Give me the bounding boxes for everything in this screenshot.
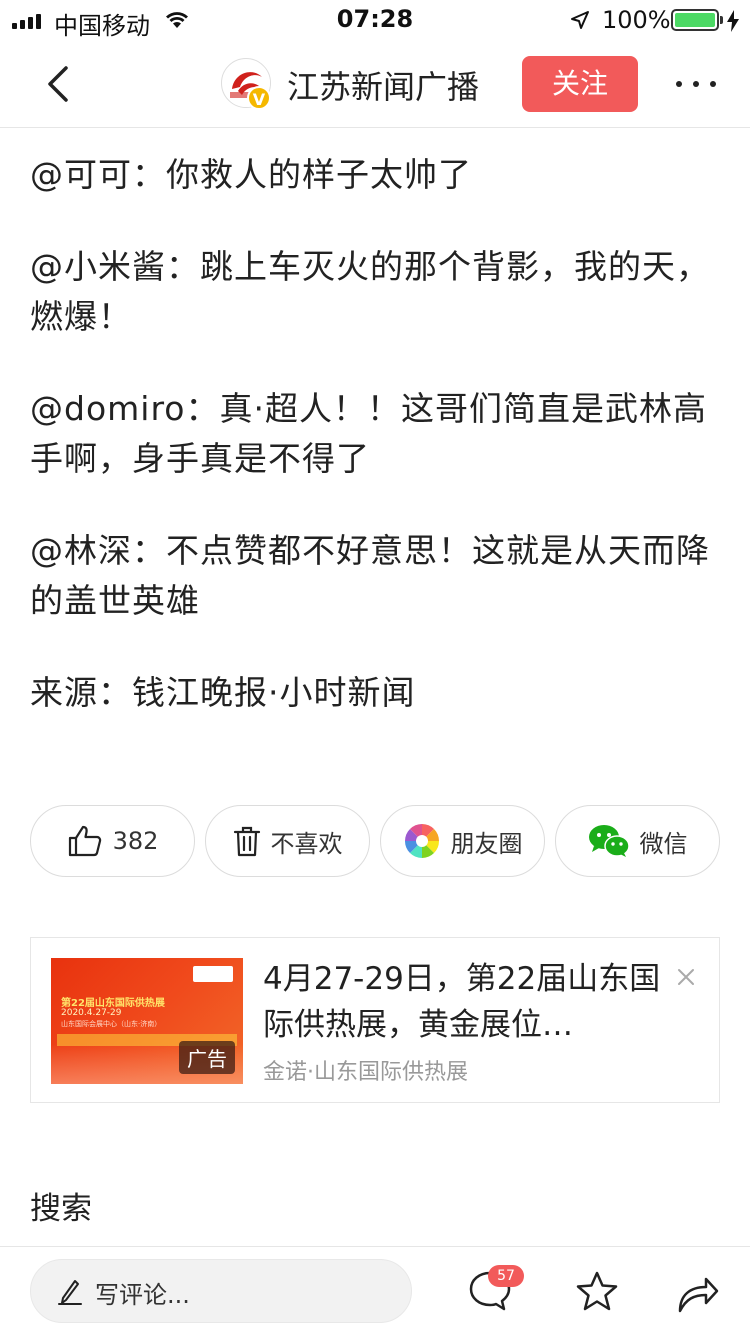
article-body: @可可：你救人的样子太帅了 @小米酱：跳上车灭火的那个背影，我的天，燃爆！ @d…	[30, 150, 722, 760]
pen-icon	[58, 1280, 82, 1305]
article-paragraph: @小米酱：跳上车灭火的那个背影，我的天，燃爆！	[30, 247, 710, 336]
charging-icon	[727, 10, 739, 32]
search-section-title: 搜索	[30, 1191, 92, 1227]
status-bar: 中国移动 07:28 100%	[0, 0, 750, 40]
verified-badge: V	[247, 86, 271, 110]
more-options-icon[interactable]	[672, 68, 720, 100]
battery-icon	[671, 9, 719, 31]
like-button[interactable]: 382	[30, 805, 195, 877]
dislike-label: 不喜欢	[270, 829, 343, 858]
thumbs-up-icon	[68, 825, 101, 857]
ad-image-venue: 山东国际会展中心（山东·济南）	[61, 1020, 162, 1028]
ad-image[interactable]: 第22届山东国际供热展 2020.4.27-29 山东国际会展中心（山东·济南）…	[51, 958, 243, 1084]
ad-title[interactable]: 4月27-29日，第22届山东国际供热展，黄金展位…	[263, 956, 663, 1048]
comment-count-badge: 57	[488, 1265, 524, 1287]
comment-placeholder: 写评论...	[95, 1281, 190, 1309]
dislike-button[interactable]: 不喜欢	[205, 805, 370, 877]
share-moments-button[interactable]: 朋友圈	[380, 805, 545, 877]
back-arrow-icon[interactable]	[36, 60, 84, 108]
moments-icon	[404, 824, 439, 858]
location-icon	[571, 11, 589, 29]
like-count: 382	[112, 827, 159, 855]
trash-icon	[233, 826, 260, 857]
moments-label: 朋友圈	[450, 829, 523, 858]
favorite-star-icon[interactable]	[574, 1269, 620, 1315]
nav-bar: V 江苏新闻广播 关注	[0, 40, 750, 128]
share-arrow-icon[interactable]	[676, 1271, 720, 1315]
article-source: 来源：钱江晚报·小时新闻	[30, 673, 416, 712]
comment-input[interactable]: 写评论...	[30, 1259, 412, 1323]
ad-logo	[193, 966, 233, 982]
ad-image-title: 第22届山东国际供热展	[61, 998, 165, 1009]
article-actions: 382 不喜欢 朋友圈 微信	[30, 805, 720, 877]
share-wechat-button[interactable]: 微信	[555, 805, 720, 877]
ad-card[interactable]: 第22届山东国际供热展 2020.4.27-29 山东国际会展中心（山东·济南）…	[30, 937, 720, 1103]
close-icon[interactable]	[671, 962, 701, 992]
bottom-toolbar: 写评论... 57	[0, 1246, 750, 1334]
follow-button[interactable]: 关注	[522, 56, 638, 112]
wechat-label: 微信	[639, 829, 688, 858]
article-paragraph: @domiro：真·超人！！这哥们简直是武林高手啊，身手真是不得了	[30, 389, 707, 478]
battery-tip	[720, 16, 723, 24]
ad-badge: 广告	[179, 1041, 235, 1074]
ad-image-date: 2020.4.27-29	[61, 1008, 122, 1018]
article-paragraph: @可可：你救人的样子太帅了	[30, 155, 472, 194]
wechat-icon	[588, 825, 630, 857]
channel-name[interactable]: 江苏新闻广播	[287, 62, 479, 108]
battery-percentage: 100%	[602, 6, 671, 34]
ad-source: 金诺·山东国际供热展	[263, 1060, 468, 1085]
article-paragraph: @林深：不点赞都不好意思！这就是从天而降的盖世英雄	[30, 531, 710, 620]
